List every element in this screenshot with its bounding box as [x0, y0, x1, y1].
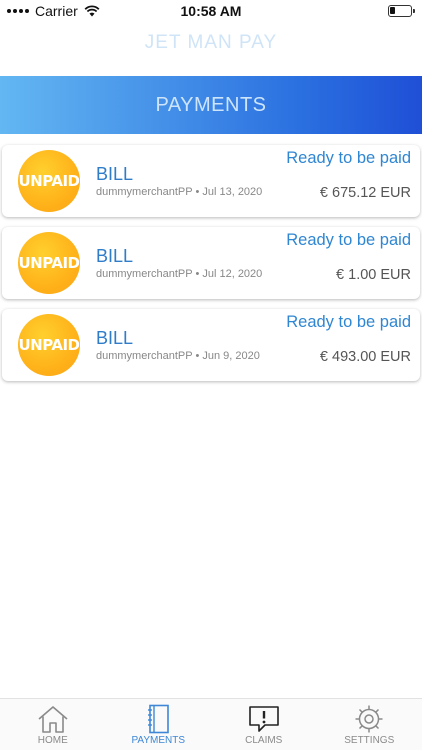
- payment-meta: dummymerchantPP • Jul 12, 2020: [96, 268, 263, 280]
- page-header: PAYMENTS: [0, 76, 422, 134]
- payment-meta: dummymerchantPP • Jul 13, 2020: [96, 186, 263, 198]
- claims-icon: [248, 706, 279, 732]
- tab-home-label: HOME: [37, 735, 68, 746]
- payment-title: BILL: [96, 246, 134, 266]
- tab-home[interactable]: HOME: [0, 699, 106, 750]
- payment-amount: € 675.12 EUR: [319, 185, 411, 201]
- tab-bar: HOME PAYMENTS CLAIMS SETTINGS: [0, 698, 422, 750]
- payment-card[interactable]: UNPAID BILL dummymerchantPP • Jul 13, 20…: [2, 145, 420, 217]
- payment-card[interactable]: UNPAID BILL dummymerchantPP • Jul 12, 20…: [2, 227, 420, 299]
- payment-meta: dummymerchantPP • Jun 9, 2020: [96, 350, 260, 362]
- payment-status: Ready to be paid: [286, 149, 411, 167]
- tab-settings[interactable]: SETTINGS: [317, 699, 422, 750]
- status-bar: Carrier 10:58 AM: [0, 0, 422, 22]
- payment-status: Ready to be paid: [286, 313, 411, 331]
- payments-list: UNPAID BILL dummymerchantPP • Jul 13, 20…: [0, 145, 422, 391]
- payment-title: BILL: [96, 328, 134, 348]
- tab-payments[interactable]: PAYMENTS: [106, 699, 212, 750]
- unpaid-badge: UNPAID: [18, 314, 80, 376]
- tab-payments-label: PAYMENTS: [131, 735, 186, 746]
- tab-claims[interactable]: CLAIMS: [211, 699, 317, 750]
- badge-label: UNPAID: [18, 254, 81, 272]
- tab-settings-label: SETTINGS: [344, 735, 395, 746]
- settings-icon: [355, 705, 383, 733]
- badge-label: UNPAID: [18, 172, 81, 190]
- app-title: JET MAN PAY: [144, 32, 278, 53]
- payment-status: Ready to be paid: [286, 231, 411, 249]
- unpaid-badge: UNPAID: [18, 232, 80, 294]
- page-title: PAYMENTS: [155, 94, 267, 116]
- payment-card[interactable]: UNPAID BILL dummymerchantPP • Jun 9, 202…: [2, 309, 420, 381]
- badge-label: UNPAID: [18, 336, 81, 354]
- payment-amount: € 493.00 EUR: [319, 349, 411, 365]
- home-icon: [38, 706, 68, 733]
- unpaid-badge: UNPAID: [18, 150, 80, 212]
- tab-claims-label: CLAIMS: [245, 735, 283, 746]
- status-time: 10:58 AM: [180, 3, 242, 19]
- battery-icon: [388, 5, 415, 17]
- payment-amount: € 1.00 EUR: [336, 267, 411, 283]
- payment-title: BILL: [96, 164, 134, 184]
- payments-icon: [148, 704, 170, 734]
